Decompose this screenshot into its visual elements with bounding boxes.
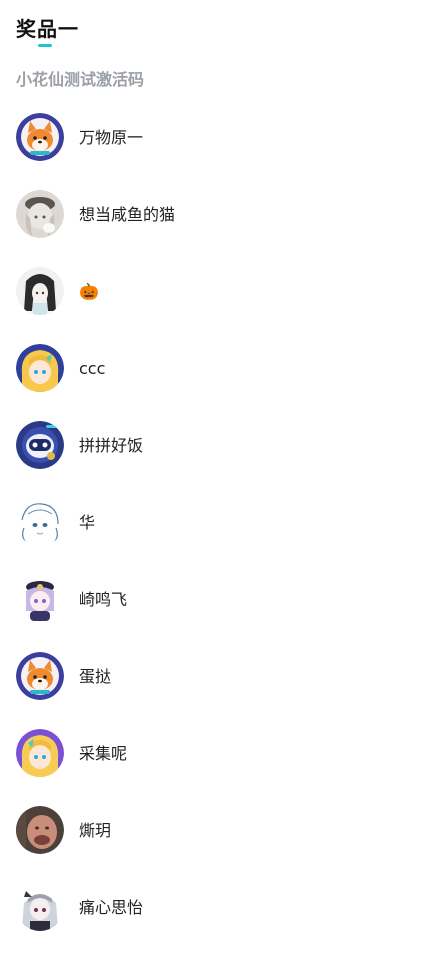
winner-name: 万物原一 <box>79 128 144 147</box>
winner-name: 🎃 <box>79 282 99 301</box>
winner-name: 痛心思怡 <box>79 898 144 917</box>
anime-blonde-girl-purple-avatar <box>16 729 64 777</box>
anime-girl-hat-avatar <box>16 190 64 238</box>
prize-subtitle: 小花仙测试激活码 <box>16 70 145 89</box>
prize-header: 奖品一 <box>16 15 79 47</box>
winner-name: 燍玥 <box>79 821 112 840</box>
winner-name: 崎鸣飞 <box>79 590 128 609</box>
list-item: 🎃 <box>16 265 406 342</box>
winner-list: 万物原一 想当咸鱼的猫 🎃 ccc 拼拼好饭 华 崎鸣飞 蛋挞 采集呢 燍玥 痛… <box>16 111 406 958</box>
winner-name: 想当咸鱼的猫 <box>79 205 176 224</box>
shiba-dog-avatar <box>16 652 64 700</box>
list-item: 拼拼好饭 <box>16 419 406 496</box>
page-title: 奖品一 <box>16 17 79 41</box>
list-item: 采集呢 <box>16 727 406 804</box>
list-item: 蛋挞 <box>16 650 406 727</box>
winner-name: 采集呢 <box>79 744 128 763</box>
robot-avatar <box>16 421 64 469</box>
list-item: 燍玥 <box>16 804 406 881</box>
sketch-girl-avatar <box>16 498 64 546</box>
winner-name: 华 <box>79 513 96 532</box>
anime-dark-hair-avatar <box>16 267 64 315</box>
shiba-dog-avatar <box>16 113 64 161</box>
list-item: ccc <box>16 342 406 419</box>
winner-name: ccc <box>79 359 106 378</box>
list-item: 华 <box>16 496 406 573</box>
anime-blonde-girl-avatar <box>16 344 64 392</box>
list-item: 万物原一 <box>16 111 406 188</box>
anime-purple-hair-avatar <box>16 575 64 623</box>
winner-name: 蛋挞 <box>79 667 112 686</box>
anime-silver-hair-avatar <box>16 883 64 931</box>
title-underline <box>38 44 52 47</box>
list-item: 崎鸣飞 <box>16 573 406 650</box>
list-item: 痛心思怡 <box>16 881 406 958</box>
list-item: 想当咸鱼的猫 <box>16 188 406 265</box>
winner-name: 拼拼好饭 <box>79 436 144 455</box>
photo-face-avatar <box>16 806 64 854</box>
